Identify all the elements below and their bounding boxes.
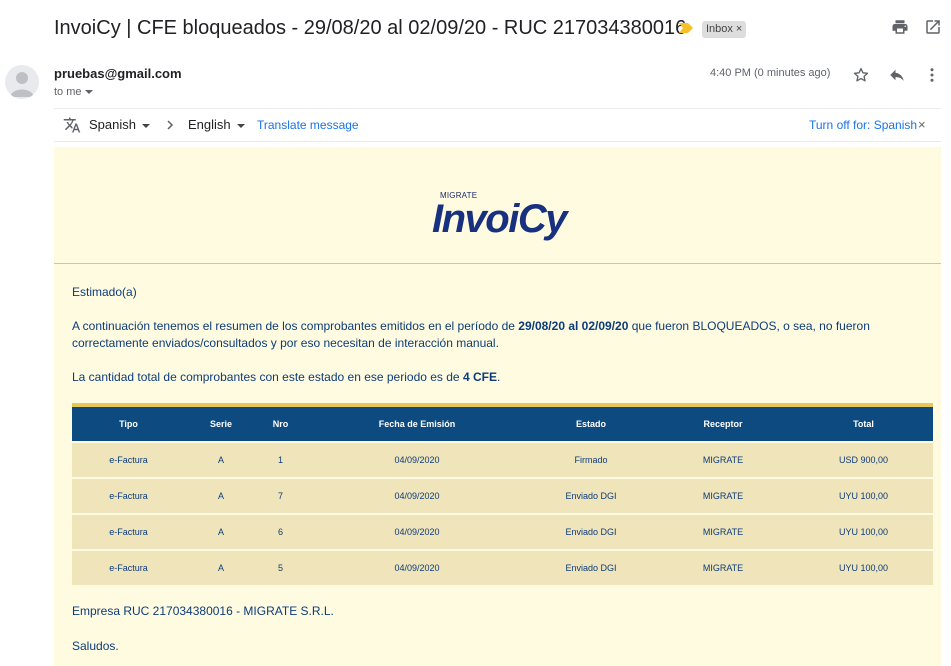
table-cell: UYU 100,00 — [794, 549, 933, 585]
print-icon[interactable] — [891, 18, 909, 36]
table-cell: Enviado DGI — [530, 477, 652, 514]
table-row: e-Factura A 7 04/09/2020 Enviado DGI MIG… — [72, 477, 933, 514]
table-row: e-Factura A 1 04/09/2020 Firmado MIGRATE… — [72, 441, 933, 478]
table-cell: MIGRATE — [652, 549, 794, 585]
table-cell: A — [185, 513, 257, 550]
closing-line: Saludos. — [72, 639, 119, 653]
email-body: MIGRATE InvoiCy Estimado(a) A continuaci… — [54, 147, 941, 666]
table-cell: A — [185, 549, 257, 585]
table-row: e-Factura A 6 04/09/2020 Enviado DGI MIG… — [72, 513, 933, 550]
summary-period: 29/08/20 al 02/09/20 — [518, 319, 629, 333]
column-header: Serie — [185, 407, 257, 442]
sender-avatar — [5, 65, 39, 99]
chevron-down-icon — [236, 123, 245, 128]
count-value: 4 CFE — [462, 370, 497, 384]
chevron-down-icon — [84, 90, 93, 95]
greeting-text: Estimado(a) — [72, 285, 137, 299]
summary-text: A continuación tenemos el resumen de los… — [72, 319, 519, 333]
column-header: Total — [794, 407, 933, 442]
column-header: Fecha de Emisión — [304, 407, 530, 442]
table-cell: MIGRATE — [652, 441, 794, 478]
table-cell: 04/09/2020 — [304, 513, 530, 550]
chevron-right-icon — [167, 120, 174, 130]
table-cell: UYU 100,00 — [794, 477, 933, 514]
table-cell: 04/09/2020 — [304, 441, 530, 478]
table-cell: e-Factura — [72, 441, 185, 478]
count-paragraph: La cantidad total de comprobantes con es… — [72, 369, 500, 386]
email-subject: InvoiCy | CFE bloqueados - 29/08/20 al 0… — [54, 17, 687, 39]
table-cell: 1 — [257, 441, 304, 478]
table-cell: Enviado DGI — [530, 513, 652, 550]
cfe-table: Tipo Serie Nro Fecha de Emisión Estado R… — [72, 403, 933, 585]
table-cell: 04/09/2020 — [304, 549, 530, 585]
table-header-row: Tipo Serie Nro Fecha de Emisión Estado R… — [72, 407, 933, 442]
table-cell: Firmado — [530, 441, 652, 478]
source-language-label: Spanish — [89, 117, 136, 132]
source-language-dropdown[interactable]: Spanish — [89, 117, 150, 132]
table-cell: A — [185, 441, 257, 478]
default-avatar-icon — [10, 72, 34, 97]
column-header: Receptor — [652, 407, 794, 442]
translate-bar: Spanish English Translate message Turn o… — [54, 108, 941, 142]
reply-icon[interactable] — [888, 66, 906, 84]
logo-header: MIGRATE InvoiCy — [54, 147, 941, 264]
table-cell: Enviado DGI — [530, 549, 652, 585]
column-header: Nro — [257, 407, 304, 442]
translate-icon — [63, 117, 81, 133]
table-cell: A — [185, 477, 257, 514]
recipient-details-toggle[interactable]: to me — [54, 86, 93, 98]
more-vertical-icon[interactable] — [923, 66, 941, 84]
translate-message-link[interactable]: Translate message — [257, 118, 359, 132]
star-icon[interactable] — [852, 66, 870, 84]
table-cell: 5 — [257, 549, 304, 585]
invoicy-logo: InvoiCy — [432, 197, 567, 241]
table-cell: MIGRATE — [652, 477, 794, 514]
summary-paragraph: A continuación tenemos el resumen de los… — [72, 318, 932, 352]
table-cell: e-Factura — [72, 513, 185, 550]
close-translate-bar-button[interactable]: × — [918, 117, 926, 132]
count-text: La cantidad total de comprobantes con es… — [72, 370, 463, 384]
turn-off-translation-link[interactable]: Turn off for: Spanish — [809, 118, 917, 132]
target-language-dropdown[interactable]: English — [188, 117, 245, 132]
table-cell: UYU 100,00 — [794, 513, 933, 550]
importance-marker-icon[interactable] — [679, 23, 693, 33]
column-header: Estado — [530, 407, 652, 442]
table-cell: 7 — [257, 477, 304, 514]
remove-label-button[interactable]: × — [736, 23, 742, 35]
table-cell: e-Factura — [72, 477, 185, 514]
recipient-label: to me — [54, 86, 82, 98]
table-row: e-Factura A 5 04/09/2020 Enviado DGI MIG… — [72, 549, 933, 585]
table-cell: e-Factura — [72, 549, 185, 585]
open-in-new-window-icon[interactable] — [924, 18, 942, 36]
table-cell: USD 900,00 — [794, 441, 933, 478]
table-cell: 04/09/2020 — [304, 477, 530, 514]
inbox-label-text: Inbox — [706, 23, 733, 35]
subject-row: InvoiCy | CFE bloqueados - 29/08/20 al 0… — [54, 14, 951, 44]
email-timestamp: 4:40 PM (0 minutes ago) — [710, 67, 831, 79]
count-text-end: . — [496, 370, 501, 384]
target-language-label: English — [188, 117, 231, 132]
table-cell: 6 — [257, 513, 304, 550]
table-cell: MIGRATE — [652, 513, 794, 550]
sender-email[interactable]: pruebas@gmail.com — [54, 66, 182, 81]
chevron-down-icon — [141, 123, 150, 128]
inbox-label: Inbox × — [702, 21, 747, 38]
company-line: Empresa RUC 217034380016 - MIGRATE S.R.L… — [72, 604, 334, 618]
column-header: Tipo — [72, 407, 185, 442]
